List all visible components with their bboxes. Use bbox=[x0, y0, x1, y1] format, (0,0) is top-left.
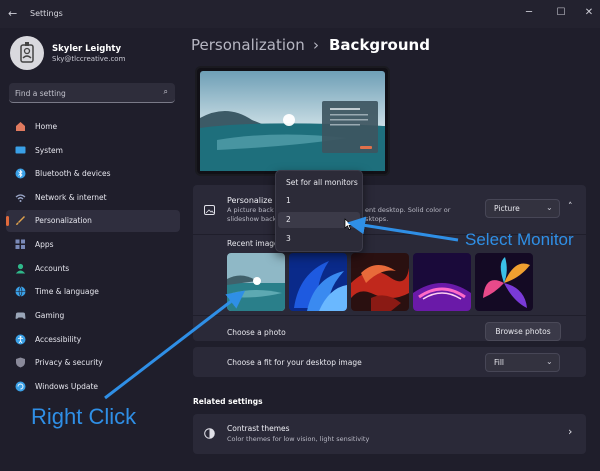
badge-avatar-icon bbox=[20, 42, 34, 63]
sidebar-item-gaming[interactable]: Gaming bbox=[6, 305, 180, 327]
purple-glow-thumbnail bbox=[413, 253, 471, 311]
sidebar-item-label: Windows Update bbox=[35, 382, 99, 391]
sidebar-item-privacy[interactable]: Privacy & security bbox=[6, 352, 180, 374]
sidebar-item-label: Time & language bbox=[35, 287, 99, 296]
colorful-bloom-thumbnail bbox=[475, 253, 533, 311]
sidebar-item-system[interactable]: System bbox=[6, 140, 180, 162]
sidebar-item-personalization[interactable]: Personalization bbox=[6, 210, 180, 232]
apps-icon bbox=[15, 239, 25, 249]
home-icon bbox=[16, 122, 25, 131]
fit-dropdown[interactable]: Fill ⌄ bbox=[485, 353, 560, 372]
choose-photo-label: Choose a photo bbox=[227, 328, 286, 337]
brush-icon bbox=[16, 216, 25, 225]
sidebar-item-network[interactable]: Network & internet bbox=[6, 187, 180, 209]
sidebar-item-label: Privacy & security bbox=[35, 358, 103, 367]
monitor-icon bbox=[15, 146, 26, 154]
chevron-down-icon: ⌄ bbox=[546, 357, 553, 366]
recent-images-label: Recent image bbox=[227, 239, 279, 248]
menu-item-monitor-3[interactable]: 3 bbox=[278, 231, 360, 247]
page-title: Background bbox=[329, 36, 430, 54]
controller-icon bbox=[15, 312, 26, 319]
background-type-dropdown[interactable]: Picture ⌄ bbox=[485, 199, 560, 218]
chevron-right-icon: › bbox=[568, 425, 573, 438]
menu-item-monitor-1[interactable]: 1 bbox=[278, 193, 360, 209]
globe-icon bbox=[15, 286, 26, 297]
back-arrow-icon[interactable]: ← bbox=[8, 8, 20, 20]
dropdown-value: Picture bbox=[494, 204, 520, 213]
window-title: Settings bbox=[30, 9, 63, 18]
search-input[interactable] bbox=[15, 86, 155, 100]
breadcrumb-separator: › bbox=[313, 36, 319, 54]
personalize-desc-line2-tail: sktops. bbox=[365, 215, 389, 223]
shield-icon bbox=[16, 357, 25, 368]
person-icon bbox=[15, 263, 26, 274]
monitor-context-menu: Set for all monitors 1 2 3 bbox=[275, 170, 363, 252]
sidebar-item-time-language[interactable]: Time & language bbox=[6, 281, 180, 303]
select-monitor-annotation: Select Monitor bbox=[465, 230, 574, 249]
sidebar-item-label: Apps bbox=[35, 240, 54, 249]
contrast-title: Contrast themes bbox=[227, 424, 290, 433]
lake-sunrise-thumbnail bbox=[227, 253, 285, 311]
recent-image-thumb[interactable] bbox=[227, 253, 285, 311]
desktop-preview bbox=[195, 66, 390, 176]
sidebar-item-apps[interactable]: Apps bbox=[6, 234, 180, 256]
search-box[interactable]: ⌕ bbox=[9, 83, 175, 103]
contrast-desc: Color themes for low vision, light sensi… bbox=[227, 435, 370, 443]
menu-item-all-monitors[interactable]: Set for all monitors bbox=[278, 175, 360, 191]
personalize-title: Personalize y bbox=[227, 196, 280, 205]
sidebar-item-label: Network & internet bbox=[35, 193, 107, 202]
browse-photos-button[interactable]: Browse photos bbox=[485, 322, 561, 341]
dropdown-value: Fill bbox=[494, 358, 505, 367]
fit-setting-card: Choose a fit for your desktop image Fill… bbox=[193, 347, 586, 377]
wifi-icon bbox=[15, 194, 26, 202]
sidebar-item-accessibility[interactable]: Accessibility bbox=[6, 329, 180, 351]
chevron-down-icon: ⌄ bbox=[546, 203, 553, 212]
personalize-desc-line1-tail: ent desktop. Solid color or bbox=[365, 206, 451, 214]
picture-icon bbox=[204, 205, 215, 215]
sidebar-item-label: System bbox=[35, 146, 63, 155]
active-indicator bbox=[6, 216, 9, 226]
close-button[interactable]: ✕ bbox=[582, 6, 596, 20]
minimize-button[interactable]: ─ bbox=[522, 6, 536, 20]
recent-image-thumb[interactable] bbox=[351, 253, 409, 311]
sidebar-item-label: Personalization bbox=[35, 216, 92, 225]
sidebar-item-label: Bluetooth & devices bbox=[35, 169, 111, 178]
recent-image-thumb[interactable] bbox=[413, 253, 471, 311]
wallpaper-preview-image bbox=[200, 71, 385, 171]
mouse-cursor-icon bbox=[344, 218, 353, 230]
divider bbox=[193, 315, 586, 316]
blue-bloom-thumbnail bbox=[289, 253, 347, 311]
sidebar-item-label: Accessibility bbox=[35, 335, 82, 344]
sidebar-item-label: Gaming bbox=[35, 311, 65, 320]
maximize-button[interactable]: ☐ bbox=[554, 6, 568, 20]
fit-label: Choose a fit for your desktop image bbox=[227, 358, 362, 367]
search-icon[interactable]: ⌕ bbox=[164, 87, 168, 97]
contrast-icon bbox=[204, 428, 215, 439]
sidebar-item-label: Home bbox=[35, 122, 58, 131]
user-name: Skyler Leighty bbox=[52, 44, 121, 54]
collapse-chevron-icon[interactable]: ˄ bbox=[568, 202, 573, 212]
contrast-themes-card[interactable]: Contrast themes Color themes for low vis… bbox=[193, 414, 586, 454]
sidebar-item-accounts[interactable]: Accounts bbox=[6, 258, 180, 280]
sidebar-item-windows-update[interactable]: Windows Update bbox=[6, 376, 180, 398]
related-settings-heading: Related settings bbox=[193, 397, 263, 406]
bluetooth-icon bbox=[15, 168, 26, 179]
breadcrumb-parent[interactable]: Personalization bbox=[191, 36, 305, 54]
personalize-desc-line1: A picture back bbox=[227, 206, 274, 214]
accessibility-icon bbox=[15, 334, 26, 345]
avatar[interactable] bbox=[10, 36, 44, 70]
title-bar: ← Settings ─ ☐ ✕ bbox=[0, 0, 600, 28]
sidebar-item-home[interactable]: Home bbox=[6, 116, 180, 138]
right-click-annotation: Right Click bbox=[31, 404, 137, 429]
recent-image-thumb[interactable] bbox=[475, 253, 533, 311]
recent-image-thumb[interactable] bbox=[289, 253, 347, 311]
user-email: Sky@tlccreative.com bbox=[52, 55, 126, 63]
personalize-desc-line2: slideshow back bbox=[227, 215, 277, 223]
red-ribbon-thumbnail bbox=[351, 253, 409, 311]
sidebar-item-bluetooth[interactable]: Bluetooth & devices bbox=[6, 163, 180, 185]
sidebar-item-label: Accounts bbox=[35, 264, 70, 273]
update-icon bbox=[15, 381, 26, 392]
